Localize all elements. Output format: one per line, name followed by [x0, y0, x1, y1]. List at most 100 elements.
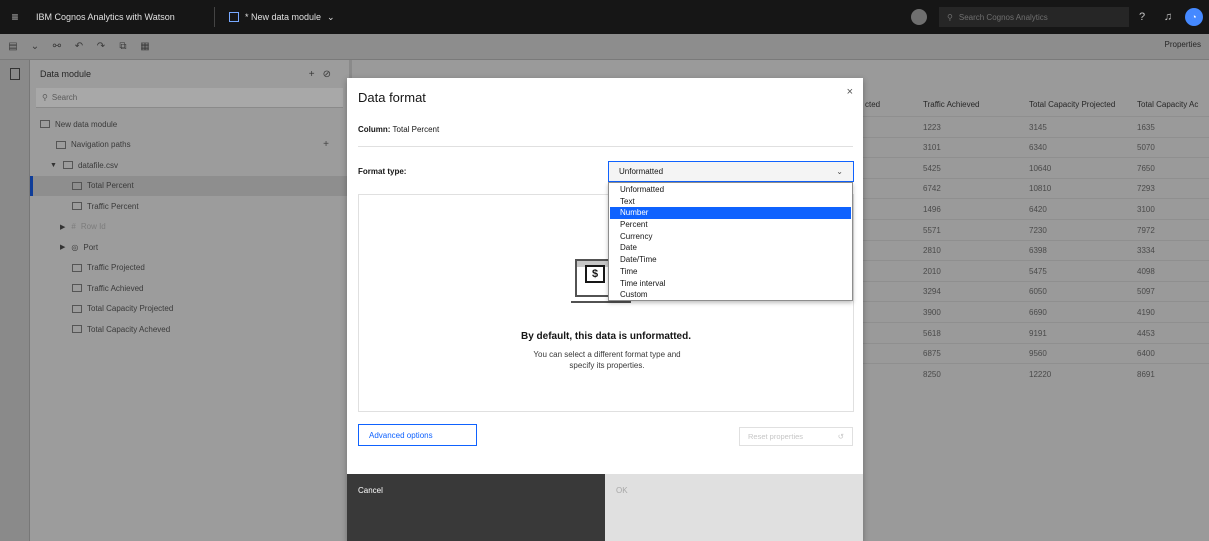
table-cell: 3101: [923, 143, 941, 153]
format-type-select[interactable]: Unformatted ⌄: [608, 161, 854, 182]
location-icon: ◎: [71, 242, 79, 252]
table-cell: 6340: [1029, 143, 1047, 153]
table-view-icon[interactable]: ▦: [136, 38, 154, 56]
cancel-button[interactable]: Cancel: [347, 474, 605, 541]
tree-item-total-capacity-projected[interactable]: Total Capacity Projected: [30, 299, 349, 320]
column-header[interactable]: Total Capacity Ac: [1137, 92, 1209, 116]
table-cell: 8250: [923, 369, 941, 379]
dialog-footer: Cancel OK: [347, 474, 863, 541]
tree-item-row-id[interactable]: ▶ # Row Id: [30, 217, 349, 238]
search-icon: ⚲: [42, 93, 48, 102]
option-currency[interactable]: Currency: [609, 231, 852, 243]
toolbar: ▤ ⌄ ⚯ ↶ ↷ ⧉ ▦ Properties: [0, 34, 1209, 60]
module-title-switcher[interactable]: * New data module ⌄: [229, 12, 335, 23]
tree-item-new-data-module[interactable]: New data module: [30, 114, 349, 135]
top-bar: ≡ IBM Cognos Analytics with Watson * New…: [0, 0, 1209, 34]
option-number[interactable]: Number: [610, 207, 851, 220]
option-time[interactable]: Time: [609, 266, 852, 278]
option-time-interval[interactable]: Time interval: [609, 278, 852, 290]
option-custom[interactable]: Custom: [609, 289, 852, 301]
option-unformatted[interactable]: Unformatted: [609, 184, 852, 196]
tree-item-total-capacity-acheved[interactable]: Total Capacity Acheved: [30, 319, 349, 340]
option-date-time[interactable]: Date/Time: [609, 254, 852, 266]
close-icon[interactable]: ×: [847, 86, 853, 98]
save-menu-chevron-icon[interactable]: ⌄: [26, 38, 44, 56]
table-cell: 5070: [1137, 143, 1155, 153]
column-header[interactable]: Total Capacity Projected: [1029, 92, 1115, 116]
watson-assistant-icon[interactable]: [911, 9, 927, 25]
ok-button[interactable]: OK: [605, 474, 863, 541]
save-icon[interactable]: ▤: [4, 38, 22, 56]
user-avatar-icon[interactable]: ◔: [1185, 8, 1203, 26]
search-icon: ⚲: [947, 12, 953, 22]
divider: [214, 7, 215, 27]
tree-item-traffic-percent[interactable]: Traffic Percent: [30, 196, 349, 217]
global-search-input[interactable]: ⚲ Search Cognos Analytics: [939, 7, 1129, 27]
relationships-icon[interactable]: ⚯: [48, 38, 66, 56]
column-header[interactable]: cted: [865, 92, 880, 116]
table-cell: 6420: [1029, 204, 1047, 214]
data-panel-icon[interactable]: [9, 68, 20, 80]
table-cell: 2810: [923, 246, 941, 256]
format-type-options: Unformatted Text Number Percent Currency…: [608, 182, 853, 301]
caret-right-icon[interactable]: ▶: [60, 243, 65, 251]
table-cell: 10640: [1029, 163, 1052, 173]
table-cell: 6875: [923, 349, 941, 359]
properties-button[interactable]: Properties: [1165, 40, 1201, 49]
dialog-title: Data format: [358, 90, 426, 105]
table-cell: 7972: [1137, 225, 1155, 235]
tree-item-total-percent[interactable]: Total Percent: [30, 175, 349, 196]
column-icon: [72, 284, 82, 293]
help-icon[interactable]: ?: [1129, 11, 1155, 23]
undo-icon[interactable]: ↶: [70, 38, 88, 56]
hamburger-menu-icon[interactable]: ≡: [0, 10, 30, 24]
panel-search-input[interactable]: ⚲ Search: [36, 88, 343, 108]
table-cell: 1635: [1137, 122, 1155, 132]
table-cell: 8691: [1137, 369, 1155, 379]
caret-down-icon[interactable]: ▼: [50, 162, 57, 169]
caret-right-icon[interactable]: ▶: [60, 223, 65, 231]
reset-icon: ↺: [837, 432, 844, 441]
tree-item-port[interactable]: ▶ ◎ Port: [30, 237, 349, 258]
panel-header: Data module +⊘: [30, 60, 349, 88]
tree-item-navigation-paths[interactable]: Navigation paths +: [30, 135, 349, 156]
add-icon[interactable]: +: [309, 69, 323, 80]
app-brand: IBM Cognos Analytics with Watson: [36, 12, 175, 22]
option-percent[interactable]: Percent: [609, 219, 852, 231]
dollar-icon: $: [585, 265, 605, 283]
add-navigation-path-icon[interactable]: +: [323, 139, 329, 150]
table-cell: 6742: [923, 184, 941, 194]
data-tree: New data module Navigation paths + ▼ dat…: [30, 114, 349, 340]
option-text[interactable]: Text: [609, 196, 852, 208]
hash-icon: #: [71, 222, 76, 232]
redo-icon[interactable]: ↷: [92, 38, 110, 56]
search-placeholder: Search Cognos Analytics: [958, 12, 1048, 22]
table-cell: 4453: [1137, 328, 1155, 338]
table-cell: 3900: [923, 307, 941, 317]
table-cell: 5425: [923, 163, 941, 173]
column-label: Column:: [358, 125, 391, 134]
tree-item-datafile[interactable]: ▼ datafile.csv: [30, 155, 349, 176]
table-cell: 5475: [1029, 266, 1047, 276]
column-icon: [72, 202, 82, 211]
data-module-icon: [229, 12, 239, 22]
module-title: * New data module: [245, 12, 322, 22]
tree-item-traffic-projected[interactable]: Traffic Projected: [30, 258, 349, 279]
notifications-icon[interactable]: ♫: [1155, 11, 1181, 23]
table-cell: 5571: [923, 225, 941, 235]
column-info: Column: Total Percent: [358, 125, 439, 134]
table-cell: 12220: [1029, 369, 1052, 379]
table-icon: [62, 161, 73, 170]
table-cell: 5097: [1137, 287, 1155, 297]
table-cell: 3294: [923, 287, 941, 297]
advanced-options-button[interactable]: Advanced options: [358, 424, 477, 446]
table-cell: 4098: [1137, 266, 1155, 276]
option-date[interactable]: Date: [609, 242, 852, 254]
reset-properties-button[interactable]: Reset properties ↺: [739, 427, 853, 446]
table-cell: 9560: [1029, 349, 1047, 359]
settings-icon[interactable]: ⊘: [323, 69, 339, 80]
copy-icon[interactable]: ⧉: [114, 38, 132, 56]
column-header[interactable]: Traffic Achieved: [923, 92, 979, 116]
folder-icon: [56, 140, 66, 149]
tree-item-traffic-achieved[interactable]: Traffic Achieved: [30, 278, 349, 299]
